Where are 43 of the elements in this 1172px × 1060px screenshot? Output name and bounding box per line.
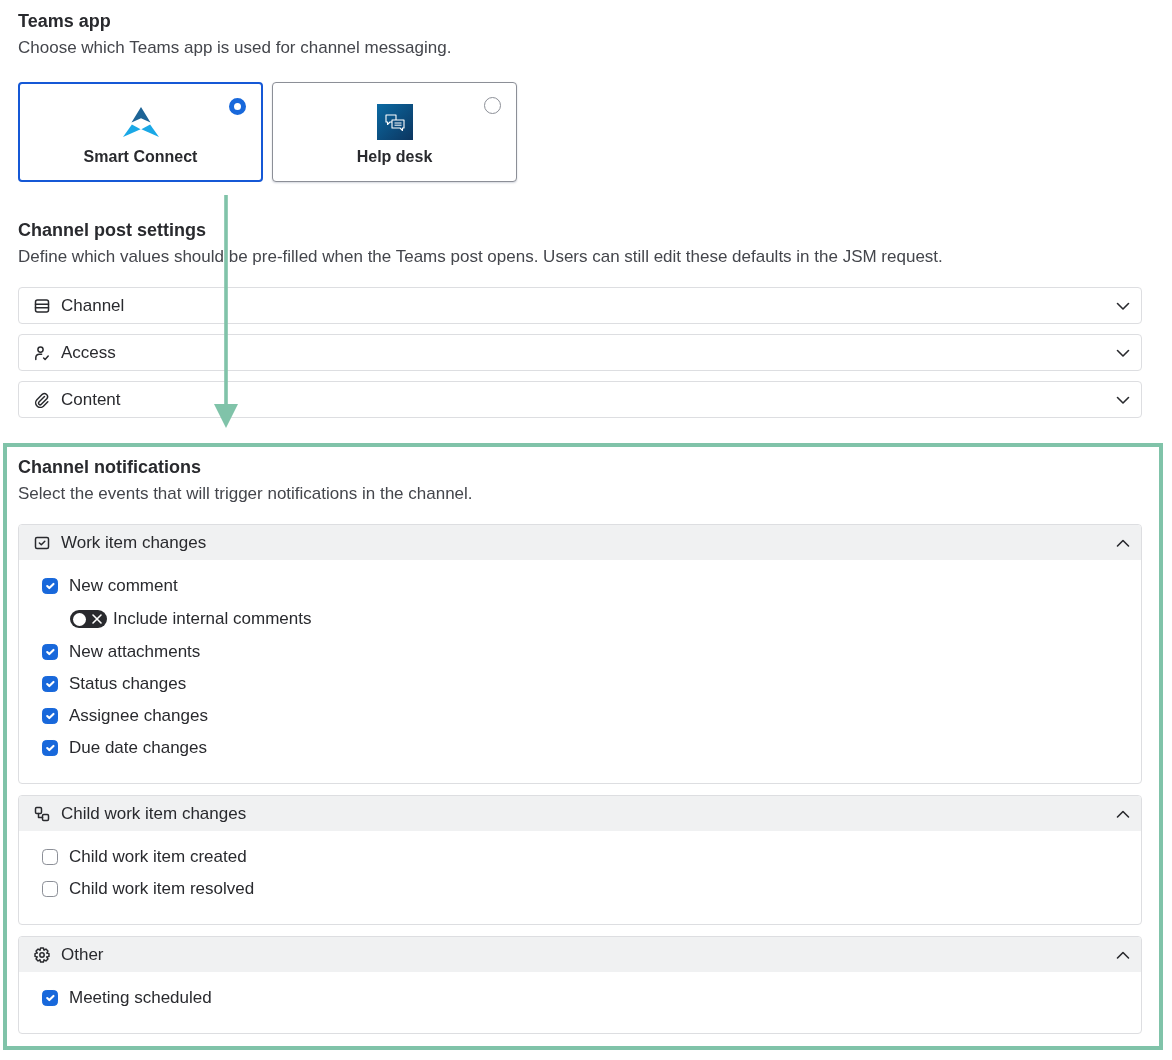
cross-icon	[91, 613, 103, 625]
chat-bubbles-icon	[376, 104, 413, 140]
option-label: Meeting scheduled	[69, 988, 212, 1008]
accordion-header[interactable]: Access	[18, 334, 1142, 371]
checkbox[interactable]	[42, 881, 58, 897]
accordion-header[interactable]: Content	[18, 381, 1142, 418]
checkbox[interactable]	[42, 644, 58, 660]
app-option-card[interactable]: Smart Connect	[18, 82, 263, 182]
option-label: New comment	[69, 576, 178, 596]
accordion-header[interactable]: Channel	[18, 287, 1142, 324]
group-header[interactable]: Other	[19, 937, 1141, 972]
group-header[interactable]: Work item changes	[19, 525, 1141, 560]
paperclip-icon	[34, 391, 50, 408]
toggle-switch[interactable]	[70, 610, 107, 628]
checkbox[interactable]	[42, 740, 58, 756]
group-header[interactable]: Child work item changes	[19, 796, 1141, 831]
section-title: Channel notifications	[18, 456, 202, 479]
checkbox[interactable]	[42, 578, 58, 594]
user-check-icon	[34, 344, 50, 361]
option-label: Include internal comments	[113, 609, 312, 629]
triangle-logo-icon	[122, 107, 159, 137]
option-label: Child work item resolved	[69, 879, 255, 899]
linked-squares-icon	[34, 805, 50, 822]
option-label: Assignee changes	[69, 706, 208, 726]
app-option-card[interactable]: Help desk	[272, 82, 517, 182]
radio-button[interactable]	[229, 98, 246, 115]
checkbox[interactable]	[42, 676, 58, 692]
option-label: Status changes	[69, 674, 187, 694]
option-label: Child work item created	[69, 847, 247, 867]
section-title: Teams app	[18, 10, 112, 33]
checked-square-icon	[34, 534, 50, 551]
checkbox[interactable]	[42, 849, 58, 865]
radio-button[interactable]	[484, 97, 501, 114]
settings-icon	[34, 946, 50, 963]
section-description: Define which values should be pre-filled when the Teams post opens. Users can still edit these defaults in the JSM request.	[18, 246, 944, 268]
section-title: Channel post settings	[18, 219, 207, 242]
section-description: Choose which Teams app is used for channel messaging.	[18, 37, 453, 59]
option-label: Due date changes	[69, 738, 207, 758]
section-description: Select the events that will trigger notifications in the channel.	[18, 483, 474, 505]
rows-icon	[34, 297, 50, 314]
checkbox[interactable]	[42, 990, 58, 1006]
option-label: New attachments	[69, 642, 201, 662]
checkbox[interactable]	[42, 708, 58, 724]
